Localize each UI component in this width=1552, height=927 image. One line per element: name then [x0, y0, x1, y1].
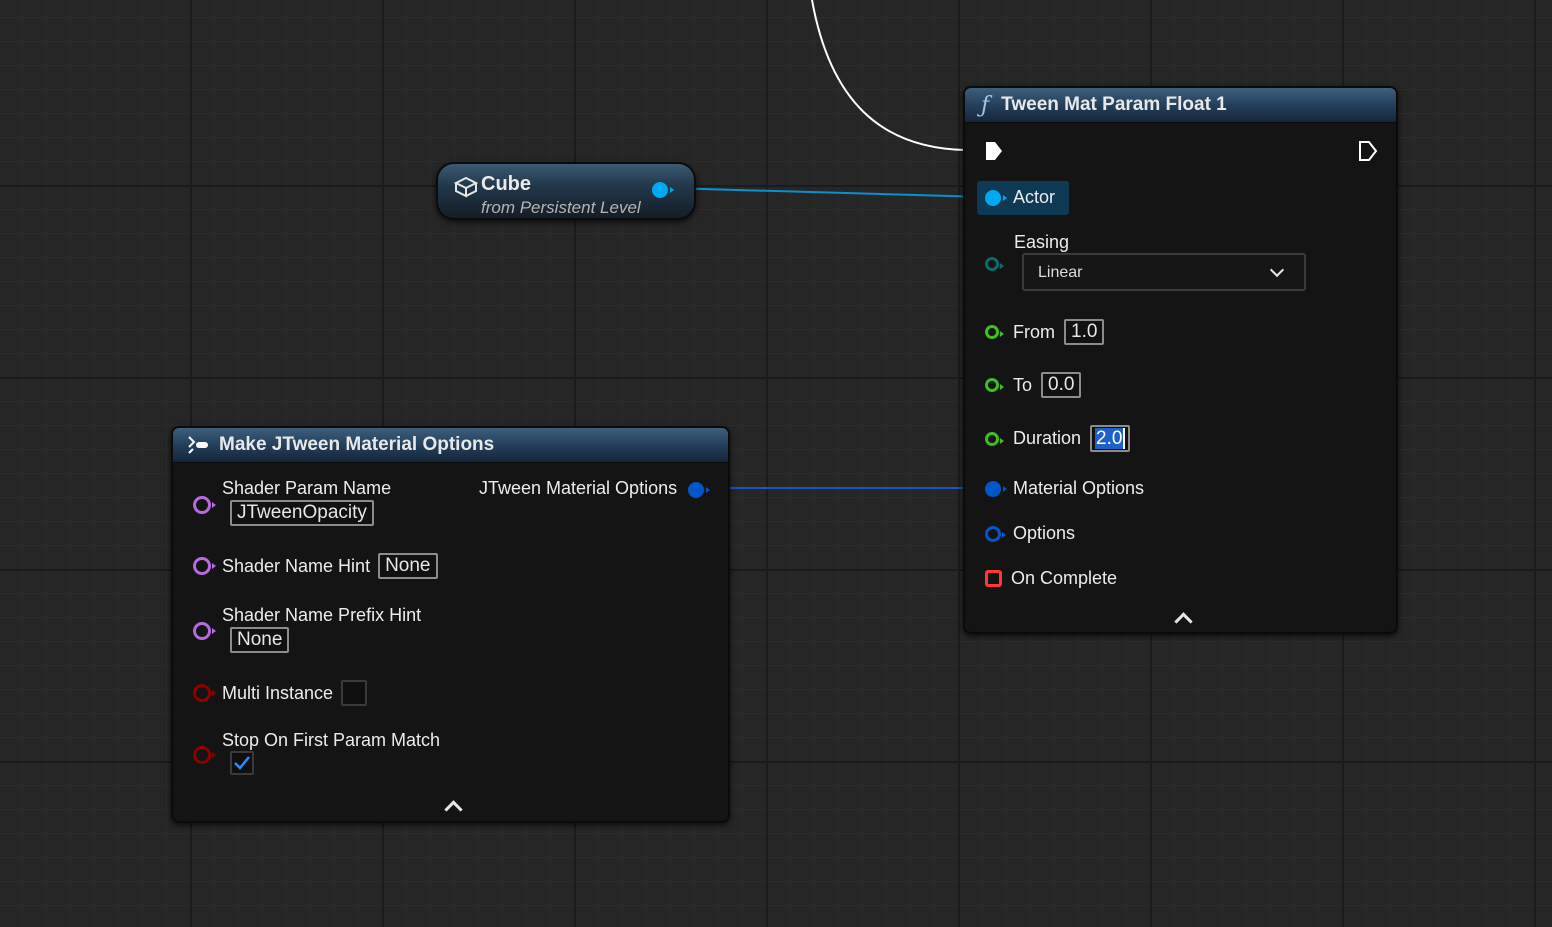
from-row: From 1.0 [985, 319, 1105, 345]
from-input[interactable]: 1.0 [1064, 319, 1105, 345]
chevron-down-icon [1269, 262, 1285, 278]
exec-in-pin[interactable] [983, 140, 1005, 167]
shader-param-name-input[interactable]: JTweenOpacity [230, 500, 374, 526]
shader-name-prefix-hint-label: Shader Name Prefix Hint [222, 605, 422, 625]
on-complete-row[interactable]: On Complete [985, 568, 1117, 589]
material-options-label: Material Options [1013, 478, 1145, 498]
easing-dropdown[interactable]: Linear [1022, 253, 1306, 291]
exec-wire[interactable] [811, 0, 966, 151]
shader-name-hint-row: Shader Name Hint None [193, 553, 438, 579]
on-complete-label: On Complete [1011, 568, 1118, 588]
duration-pin[interactable] [985, 431, 1004, 446]
stop-on-first-checkbox[interactable] [230, 751, 254, 775]
cube-output-pin[interactable] [652, 182, 674, 198]
shader-name-prefix-hint-input[interactable]: None [230, 627, 290, 653]
duration-row: Duration 2.0 [985, 425, 1131, 452]
output-label: JTween Material Options [479, 478, 678, 498]
exec-out-pin[interactable] [1357, 140, 1379, 167]
text-caret [1123, 428, 1126, 449]
multi-instance-pin[interactable] [193, 684, 216, 702]
make-node-title: Make JTween Material Options [219, 434, 495, 455]
actor-row[interactable]: Actor [985, 187, 1055, 208]
material-options-row[interactable]: Material Options [985, 478, 1144, 499]
collapse-arrow-icon[interactable] [1174, 612, 1193, 631]
duration-label: Duration [1013, 428, 1082, 448]
tween-mat-param-float-node[interactable]: ƒ Tween Mat Param Float 1 Actor Easing L… [963, 86, 1398, 634]
make-node-header[interactable]: Make JTween Material Options [173, 428, 728, 463]
cube-title: Cube [481, 173, 531, 195]
checkmark-icon [234, 756, 250, 770]
cube-subtitle: from Persistent Level [481, 198, 641, 217]
collapse-arrow-icon[interactable] [444, 800, 463, 819]
cube-icon [453, 176, 479, 203]
shader-name-prefix-hint-pin[interactable] [193, 622, 216, 640]
make-jtween-material-options-node[interactable]: Make JTween Material Options Shader Para… [171, 426, 730, 823]
duration-input[interactable]: 2.0 [1090, 425, 1131, 452]
options-pin[interactable] [985, 525, 1006, 542]
tween-node-title: Tween Mat Param Float 1 [1001, 94, 1227, 115]
cube-reference-node[interactable]: Cube from Persistent Level [436, 162, 696, 220]
multi-instance-label: Multi Instance [222, 682, 334, 703]
from-label: From [1013, 321, 1055, 342]
stop-on-first-label: Stop On First Param Match [222, 730, 441, 750]
actor-pin[interactable] [985, 189, 1007, 206]
easing-pin[interactable] [985, 257, 1004, 271]
options-label: Options [1013, 523, 1076, 543]
function-icon: ƒ [981, 92, 990, 118]
on-complete-delegate-pin[interactable] [985, 570, 1002, 587]
multi-instance-checkbox[interactable] [341, 680, 368, 706]
stop-on-first-pin[interactable] [193, 746, 216, 764]
easing-value: Linear [1038, 264, 1083, 281]
actor-label: Actor [1013, 187, 1056, 207]
multi-instance-row: Multi Instance [193, 680, 368, 706]
shader-name-hint-pin[interactable] [193, 557, 216, 575]
duration-value-selected: 2.0 [1095, 428, 1124, 449]
to-row: To 0.0 [985, 372, 1082, 398]
actor-wire[interactable] [667, 187, 986, 198]
shader-name-hint-input[interactable]: None [378, 553, 438, 579]
shader-name-hint-label: Shader Name Hint [222, 555, 371, 576]
options-row[interactable]: Options [985, 523, 1075, 544]
tween-node-header[interactable]: ƒ Tween Mat Param Float 1 [965, 88, 1396, 123]
jtween-material-options-output-pin[interactable] [688, 482, 710, 498]
make-struct-icon [187, 435, 209, 455]
shader-param-name-pin[interactable] [193, 496, 216, 514]
to-label: To [1013, 374, 1033, 395]
from-pin[interactable] [985, 325, 1004, 339]
to-input[interactable]: 0.0 [1041, 372, 1082, 398]
material-options-pin[interactable] [985, 480, 1007, 497]
to-pin[interactable] [985, 378, 1004, 392]
shader-param-name-label: Shader Param Name [222, 478, 392, 498]
easing-label: Easing [1014, 232, 1070, 252]
